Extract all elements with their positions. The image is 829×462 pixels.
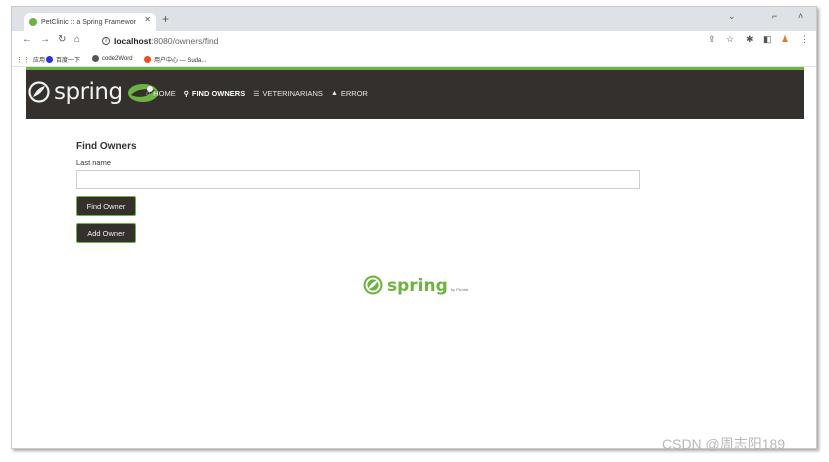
menu-icon[interactable]: ⋮	[800, 34, 809, 45]
baidu-icon	[46, 56, 53, 63]
profile-icon[interactable]: ♟	[781, 34, 789, 45]
nav-veterinarians[interactable]: ☰ VETERINARIANS	[253, 89, 323, 98]
bookmark-label: 百度一下	[56, 58, 81, 64]
browser-window: PetClinic :: a Spring Framewor ✕ + ⌄ ⌐ ˄…	[11, 6, 817, 449]
minimize-icon[interactable]: ⌄	[728, 11, 736, 22]
footer-pivotal-text: by Pivotal.	[450, 287, 470, 292]
url-input[interactable]: i localhost:8080/owners/find	[102, 34, 712, 48]
nav-home[interactable]: ⌂ HOME	[146, 89, 176, 98]
warning-icon: ▲	[330, 90, 338, 97]
bookmark-label: 应用	[33, 58, 46, 64]
nav-veterinarians-label: VETERINARIANS	[262, 89, 323, 98]
user-center-icon	[144, 56, 151, 63]
extensions-icon[interactable]: ✱	[746, 34, 754, 45]
footer-spring-text: spring	[387, 276, 448, 296]
close-tab-icon[interactable]: ✕	[144, 15, 151, 24]
last-name-input[interactable]	[76, 170, 640, 189]
last-name-label: Last name	[76, 158, 112, 167]
bookmark-apps[interactable]: ⋮⋮ 应用	[16, 55, 46, 65]
footer-logo: spring by Pivotal.	[363, 275, 469, 295]
bookmark-label: 用户中心 — Suda...	[154, 58, 207, 64]
bookmark-label: code2Word	[102, 55, 133, 62]
search-icon: ⚲	[183, 90, 189, 98]
home-icon: ⌂	[146, 90, 151, 97]
nav-home-label: HOME	[153, 89, 176, 98]
bookmarks-bar: ⋮⋮ 应用 百度一下 code2Word 用户中心 — Suda...	[12, 51, 816, 67]
spring-leaf-icon	[363, 275, 383, 295]
brand-text: spring	[54, 79, 123, 105]
tab-title: PetClinic :: a Spring Framewor	[41, 18, 136, 26]
watermark: CSDN @周志阳189	[662, 436, 786, 452]
find-owner-button[interactable]: Find Owner	[76, 196, 136, 216]
nav-find-owners[interactable]: ⚲ FIND OWNERS	[184, 89, 245, 98]
back-icon[interactable]: ←	[22, 34, 32, 45]
forward-icon[interactable]: →	[40, 34, 50, 45]
reload-icon[interactable]: ↻	[58, 34, 66, 45]
bookmark-user-center[interactable]: 用户中心 — Suda...	[144, 55, 206, 64]
url-host: localhost	[114, 36, 152, 46]
restore-icon[interactable]: ⌐	[772, 11, 777, 21]
nav-error[interactable]: ▲ ERROR	[331, 89, 368, 98]
bookmark-code2word[interactable]: code2Word	[92, 55, 133, 62]
info-icon[interactable]: i	[102, 37, 110, 45]
find-owners-form: Find Owners Last name Find Owner Add Own…	[76, 141, 642, 243]
favicon-icon	[29, 18, 37, 26]
nav-find-owners-label: FIND OWNERS	[191, 89, 246, 98]
home-icon[interactable]: ⌂	[74, 34, 80, 45]
navbar: spring ⌂ HOME ⚲ FIND OWNERS ☰ VETERINARI…	[26, 70, 804, 119]
browser-tab[interactable]: PetClinic :: a Spring Framewor ✕	[24, 13, 156, 31]
nav-links: ⌂ HOME ⚲ FIND OWNERS ☰ VETERINARIANS ▲ E…	[146, 89, 368, 98]
apps-grid-icon: ⋮⋮	[16, 56, 30, 64]
spring-leaf-icon	[28, 81, 50, 103]
new-tab-icon[interactable]: +	[162, 12, 169, 26]
globe-icon	[92, 55, 99, 62]
bookmark-baidu[interactable]: 百度一下	[46, 55, 80, 64]
sidebar-icon[interactable]: ◧	[763, 34, 772, 45]
star-icon[interactable]: ☆	[726, 34, 734, 45]
url-path: :8080/owners/find	[151, 36, 219, 46]
list-icon: ☰	[253, 90, 260, 98]
tab-strip: PetClinic :: a Spring Framewor ✕ + ⌄ ⌐ ˄	[12, 7, 816, 31]
page-title: Find Owners	[76, 141, 137, 152]
add-owner-button[interactable]: Add Owner	[76, 223, 136, 243]
nav-error-label: ERROR	[340, 89, 368, 98]
brand-logo[interactable]: spring	[28, 79, 160, 105]
window-close-icon[interactable]: ˄	[798, 11, 803, 21]
address-bar-row: ← → ↻ ⌂ i localhost:8080/owners/find ⇪ ☆…	[12, 31, 816, 51]
share-icon[interactable]: ⇪	[708, 34, 716, 45]
